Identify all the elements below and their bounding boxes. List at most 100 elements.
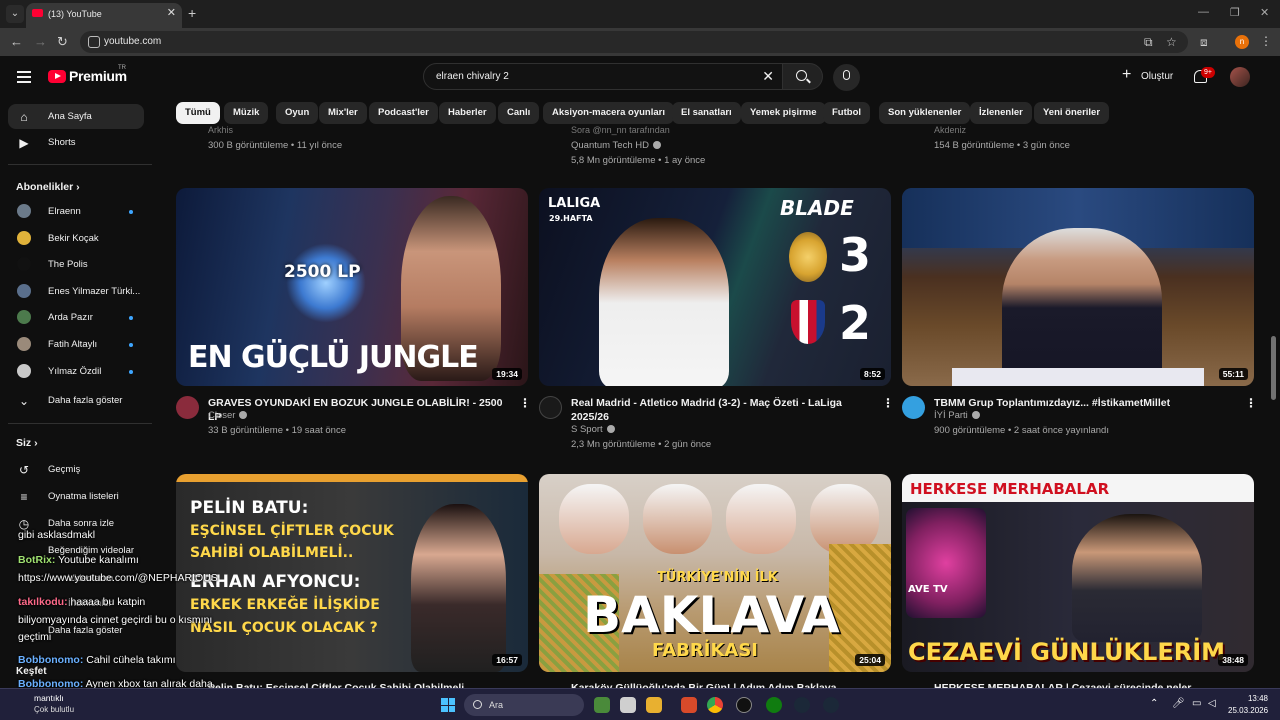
filter-chip[interactable]: Mix'ler — [319, 102, 367, 124]
xbox-icon[interactable] — [766, 697, 782, 713]
tray-overflow-icon[interactable]: ⌃ — [1150, 698, 1158, 709]
chevron-down-icon: ⌄ — [18, 394, 30, 408]
taskbar-app-icon[interactable] — [681, 697, 697, 713]
video-thumbnail[interactable]: TÜRKİYE'NİN İLK BAKLAVA FABRİKASI 25:04 — [539, 474, 891, 672]
taskbar-app-icon[interactable] — [736, 697, 752, 713]
window-close-icon[interactable]: ✕ — [1260, 6, 1269, 19]
video-more-icon[interactable]: ⋮ — [882, 396, 894, 410]
sidebar-show-more-subs[interactable]: ⌄ Daha fazla göster — [8, 388, 144, 413]
tab-close-icon[interactable]: ✕ — [167, 6, 176, 19]
filter-chip[interactable]: Podcast'ler — [369, 102, 438, 124]
chrome-profile-avatar[interactable]: n — [1235, 35, 1249, 49]
taskbar-app-icon[interactable] — [620, 697, 636, 713]
sidebar-item-subscription[interactable]: The Polis — [8, 252, 144, 277]
bookmark-star-icon[interactable]: ☆ — [1166, 35, 1177, 49]
forward-icon[interactable]: → — [34, 34, 47, 49]
site-info-icon[interactable] — [88, 36, 100, 48]
back-icon[interactable]: ← — [10, 34, 23, 49]
you-heading[interactable]: Siz › — [16, 437, 38, 449]
search-button[interactable] — [783, 63, 823, 90]
filter-chip[interactable]: İzlenenler — [970, 102, 1032, 124]
address-bar[interactable]: youtube.com ⧉ ☆ — [80, 31, 1188, 53]
subscriptions-heading[interactable]: Abonelikler › — [16, 181, 80, 193]
filter-chip[interactable]: El sanatları — [672, 102, 741, 124]
sidebar-item-shorts[interactable]: ▶ Shorts — [8, 130, 144, 155]
youtube-header: Premium TR elraen chivalry 2 ✕ + Oluştur… — [0, 56, 1280, 98]
browser-tab[interactable]: (13) YouTube ✕ — [26, 3, 182, 28]
weather-widget[interactable]: mantıklı — [34, 693, 64, 703]
volume-icon[interactable]: ◁ — [1208, 698, 1216, 709]
tab-search-button[interactable]: ⌄ — [6, 5, 24, 23]
video-thumbnail[interactable]: LALIGA 29.HAFTA BLADE 3 2 8:52 — [539, 188, 891, 386]
filter-chip[interactable]: Futbol — [823, 102, 871, 124]
channel-avatar[interactable] — [539, 396, 562, 419]
channel-avatar[interactable] — [176, 396, 199, 419]
clock-time[interactable]: 13:48 — [1228, 694, 1268, 703]
sidebar-item-subscription[interactable]: Enes Yilmazer Türki... — [8, 279, 144, 304]
video-thumbnail[interactable]: 55:11 — [902, 188, 1254, 386]
sidebar-item-subscription[interactable]: Yılmaz Özdil — [8, 359, 144, 384]
sidebar-item-subscription[interactable]: Fatih Altaylı — [8, 332, 144, 357]
extensions-icon[interactable]: ⧈ — [1200, 35, 1208, 50]
video-channel[interactable]: İYİ Parti — [934, 410, 980, 421]
video-more-icon[interactable]: ⋮ — [1245, 396, 1257, 410]
new-tab-button[interactable]: + — [188, 5, 196, 21]
stream-chat-overlay: gibi asklasdmakl BotRix: Youtube kanalım… — [0, 510, 300, 695]
steam-icon[interactable] — [794, 697, 810, 713]
windows-start-icon[interactable] — [441, 698, 455, 712]
sidebar-item-history[interactable]: ↺ Geçmiş — [8, 457, 144, 482]
filter-chip[interactable]: Haberler — [439, 102, 496, 124]
sidebar-divider — [8, 164, 152, 165]
filter-chip[interactable]: Son yüklenenler — [879, 102, 971, 124]
filter-chip[interactable]: Canlı — [498, 102, 540, 124]
filter-chips-bar: Tümü Müzik Oyun Mix'ler Podcast'ler Haberler C… — [176, 102, 1256, 126]
cast-icon[interactable]: ⧉ — [1144, 35, 1153, 50]
video-more-icon[interactable]: ⋮ — [519, 396, 531, 410]
video-duration: 8:52 — [859, 368, 885, 380]
chrome-icon[interactable] — [707, 697, 723, 713]
browser-toolbar: ← → ↻ youtube.com ⧉ ☆ ⧈ n ⋮ — [0, 28, 1280, 56]
video-title[interactable]: GRAVES OYUNDAKİ EN BOZUK JUNGLE OLABİLİR… — [208, 396, 508, 424]
file-explorer-icon[interactable] — [646, 697, 662, 713]
filter-chip[interactable]: Yeni öneriler — [1034, 102, 1110, 124]
prev-video-channel-cut: Arkhis — [208, 125, 234, 135]
thumbnail-person — [1072, 514, 1202, 642]
sidebar-item-playlists[interactable]: ≡ Oynatma listeleri — [8, 484, 144, 509]
sidebar-item-label: Arda Pazır — [48, 312, 93, 324]
search-input[interactable]: elraen chivalry 2 ✕ — [423, 63, 783, 90]
reload-icon[interactable]: ↻ — [57, 34, 68, 50]
taskbar-search[interactable]: Ara — [464, 694, 584, 716]
chat-message: Bobbonomo: Cahil cühela takımı — [18, 654, 176, 666]
account-avatar[interactable] — [1230, 67, 1250, 87]
steam-icon[interactable] — [823, 697, 839, 713]
verified-icon — [971, 411, 980, 419]
minimize-icon[interactable]: — — [1198, 6, 1209, 18]
filter-chip[interactable]: Yemek pişirme — [741, 102, 826, 124]
filter-chip[interactable]: Aksiyon-macera oyunları — [543, 102, 674, 124]
thumbnail-text: TÜRKİYE'NİN İLK — [657, 570, 778, 585]
video-channel[interactable]: S Sport — [571, 424, 615, 435]
filter-chip[interactable]: Oyun — [276, 102, 319, 124]
video-channel[interactable]: Closer — [208, 410, 248, 421]
sidebar-item-subscription[interactable]: Bekir Koçak — [8, 226, 144, 251]
thumbnail-text: FABRİKASI — [652, 640, 758, 661]
microphone-tray-icon[interactable]: 🎤︎ — [1172, 698, 1185, 709]
filter-chip[interactable]: Müzik — [224, 102, 269, 124]
video-thumbnail[interactable]: HERKESE MERHABALAR AVE TV CEZAEVİ GÜNLÜK… — [902, 474, 1254, 672]
sidebar-item-home[interactable]: ⌂ Ana Sayfa — [8, 104, 144, 129]
menu-icon[interactable] — [17, 71, 31, 83]
video-title[interactable]: Real Madrid - Atletico Madrid (3-2) - Ma… — [571, 396, 871, 424]
chrome-menu-icon[interactable]: ⋮ — [1260, 34, 1272, 48]
page-scrollbar-thumb[interactable] — [1271, 336, 1276, 400]
filter-chip[interactable]: Tümü — [176, 102, 220, 124]
sidebar-item-subscription[interactable]: Arda Pazır — [8, 305, 144, 330]
clear-search-icon[interactable]: ✕ — [762, 68, 774, 85]
restore-icon[interactable]: ❐ — [1230, 6, 1240, 19]
channel-avatar[interactable] — [902, 396, 925, 419]
taskbar-app-icon[interactable] — [594, 697, 610, 713]
network-icon[interactable]: ▭ — [1192, 698, 1201, 709]
video-thumbnail[interactable]: 2500 LP EN GÜÇLÜ JUNGLE 19:34 — [176, 188, 528, 386]
voice-search-button[interactable] — [833, 64, 860, 91]
sidebar-item-subscription[interactable]: Elraenn — [8, 199, 144, 224]
video-title[interactable]: TBMM Grup Toplantımızdayız... #İstikamet… — [934, 396, 1234, 410]
